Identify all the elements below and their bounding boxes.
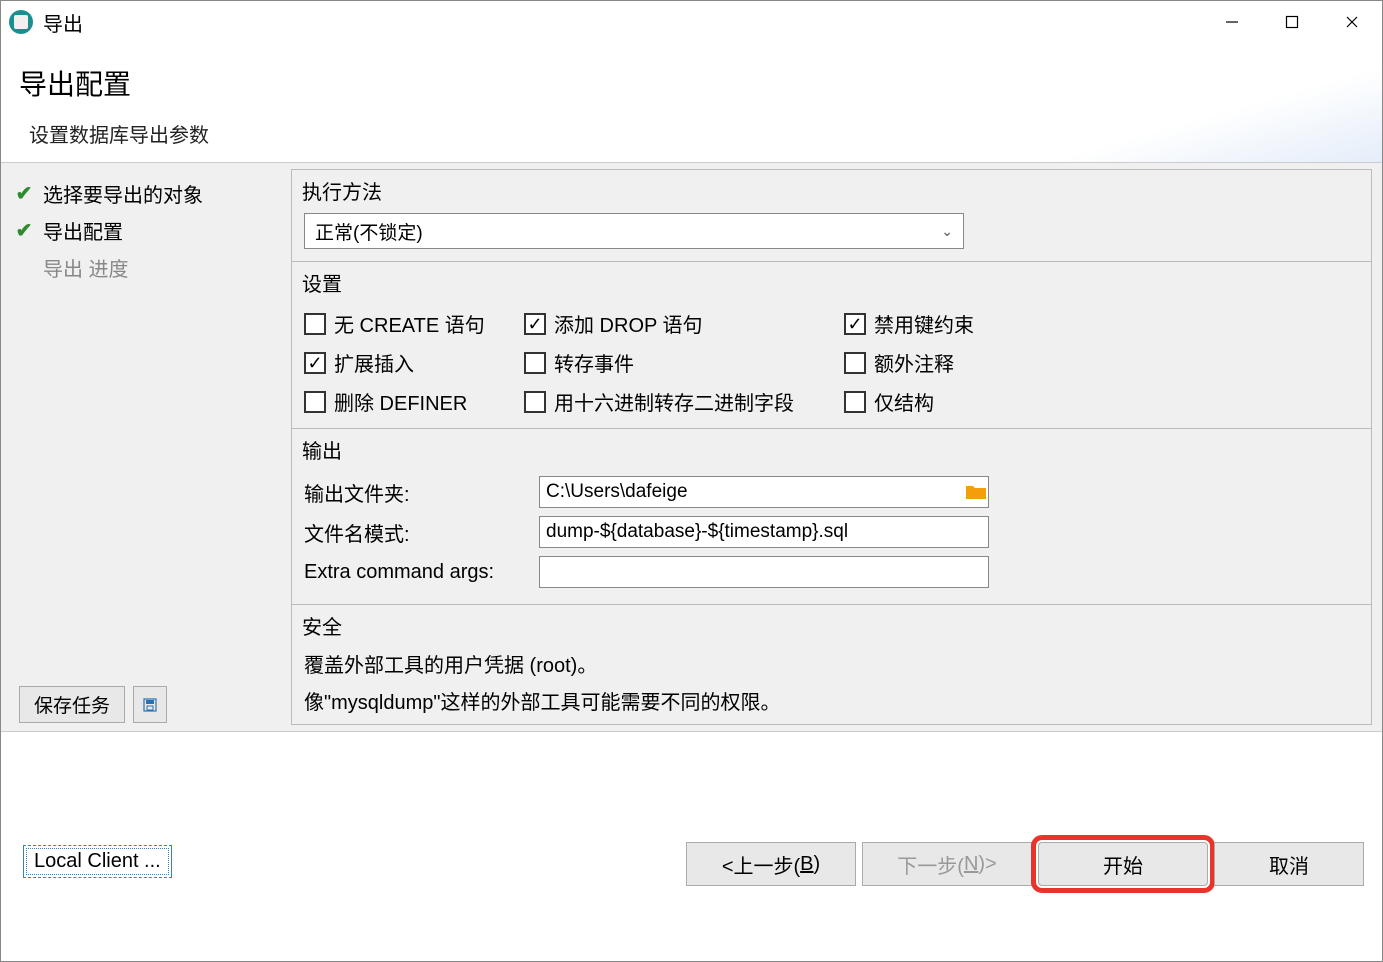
window-title: 导出 bbox=[43, 8, 83, 37]
group-exec-method: 执行方法 正常(不锁定) ⌄ bbox=[292, 170, 1371, 262]
group-output: 输出 输出文件夹: 文件名模式: Extra command bbox=[292, 429, 1371, 605]
window-controls bbox=[1202, 1, 1382, 43]
step-export-config[interactable]: ✔ 导出配置 bbox=[9, 212, 283, 249]
output-folder-label: 输出文件夹: bbox=[304, 478, 539, 507]
check-icon: ✔ bbox=[13, 181, 35, 206]
save-task-dropdown-button[interactable] bbox=[133, 686, 167, 723]
group-label: 设置 bbox=[292, 262, 1371, 299]
step-label: 导出 进度 bbox=[43, 253, 129, 282]
group-security: 安全 覆盖外部工具的用户凭据 (root)。 像"mysqldump"这样的外部… bbox=[292, 605, 1371, 725]
checkbox-extra-comments[interactable]: 额外注释 bbox=[844, 348, 1044, 377]
cancel-button[interactable]: 取消 bbox=[1214, 842, 1364, 886]
security-text-1: 覆盖外部工具的用户凭据 (root)。 bbox=[304, 648, 1359, 685]
page-title: 导出配置 bbox=[19, 63, 1364, 103]
back-button[interactable]: <上一步(B) bbox=[686, 842, 856, 886]
check-icon: ✔ bbox=[13, 218, 35, 243]
local-client-button[interactable]: Local Client ... bbox=[23, 845, 172, 878]
step-select-objects[interactable]: ✔ 选择要导出的对象 bbox=[9, 175, 283, 212]
step-label: 选择要导出的对象 bbox=[43, 179, 203, 208]
group-settings: 设置 无 CREATE 语句 添加 DROP 语句 禁用键约束 扩展插入 转存事… bbox=[292, 262, 1371, 429]
checkbox-hex-binary[interactable]: 用十六进制转存二进制字段 bbox=[524, 387, 834, 416]
group-label: 安全 bbox=[292, 605, 1371, 642]
checkbox-add-drop[interactable]: 添加 DROP 语句 bbox=[524, 309, 834, 338]
checkbox-extended-insert[interactable]: 扩展插入 bbox=[304, 348, 514, 377]
app-icon bbox=[9, 10, 33, 34]
wizard-header: 导出配置 设置数据库导出参数 bbox=[1, 43, 1382, 162]
filename-pattern-label: 文件名模式: bbox=[304, 518, 539, 547]
step-label: 导出配置 bbox=[43, 216, 123, 245]
browse-folder-button[interactable] bbox=[959, 476, 989, 508]
page-subtitle: 设置数据库导出参数 bbox=[19, 119, 1364, 148]
step-export-progress: 导出 进度 bbox=[9, 249, 283, 286]
filename-pattern-input[interactable] bbox=[539, 516, 989, 548]
save-task-button[interactable]: 保存任务 bbox=[19, 686, 125, 723]
checkbox-structure-only[interactable]: 仅结构 bbox=[844, 387, 1044, 416]
checkbox-dump-events[interactable]: 转存事件 bbox=[524, 348, 834, 377]
maximize-button[interactable] bbox=[1262, 1, 1322, 43]
save-icon bbox=[142, 697, 158, 713]
select-value: 正常(不锁定) bbox=[315, 218, 423, 245]
folder-icon bbox=[965, 483, 987, 501]
close-button[interactable] bbox=[1322, 1, 1382, 43]
wizard-footer: Local Client ... <上一步(B) 下一步(N)> 开始 取消 bbox=[1, 732, 1382, 908]
titlebar: 导出 bbox=[1, 1, 1382, 43]
extra-args-input[interactable] bbox=[539, 556, 989, 588]
start-button[interactable]: 开始 bbox=[1038, 842, 1208, 886]
main-panel: 执行方法 正常(不锁定) ⌄ 设置 无 CREATE 语句 添加 DROP 语句… bbox=[291, 169, 1372, 725]
output-folder-input[interactable] bbox=[539, 476, 959, 508]
group-label: 输出 bbox=[292, 429, 1371, 466]
content-area: ✔ 选择要导出的对象 ✔ 导出配置 导出 进度 保存任务 执行方法 正常(不锁定… bbox=[1, 162, 1382, 732]
extra-args-label: Extra command args: bbox=[304, 561, 539, 584]
checkbox-no-create[interactable]: 无 CREATE 语句 bbox=[304, 309, 514, 338]
chevron-down-icon: ⌄ bbox=[941, 223, 953, 240]
security-text-2: 像"mysqldump"这样的外部工具可能需要不同的权限。 bbox=[304, 685, 1359, 722]
next-button: 下一步(N)> bbox=[862, 842, 1032, 886]
minimize-button[interactable] bbox=[1202, 1, 1262, 43]
checkbox-remove-definer[interactable]: 删除 DEFINER bbox=[304, 387, 514, 416]
wizard-steps-sidebar: ✔ 选择要导出的对象 ✔ 导出配置 导出 进度 保存任务 bbox=[1, 163, 291, 731]
checkbox-disable-keys[interactable]: 禁用键约束 bbox=[844, 309, 1044, 338]
group-label: 执行方法 bbox=[292, 170, 1371, 207]
exec-method-select[interactable]: 正常(不锁定) ⌄ bbox=[304, 213, 964, 249]
